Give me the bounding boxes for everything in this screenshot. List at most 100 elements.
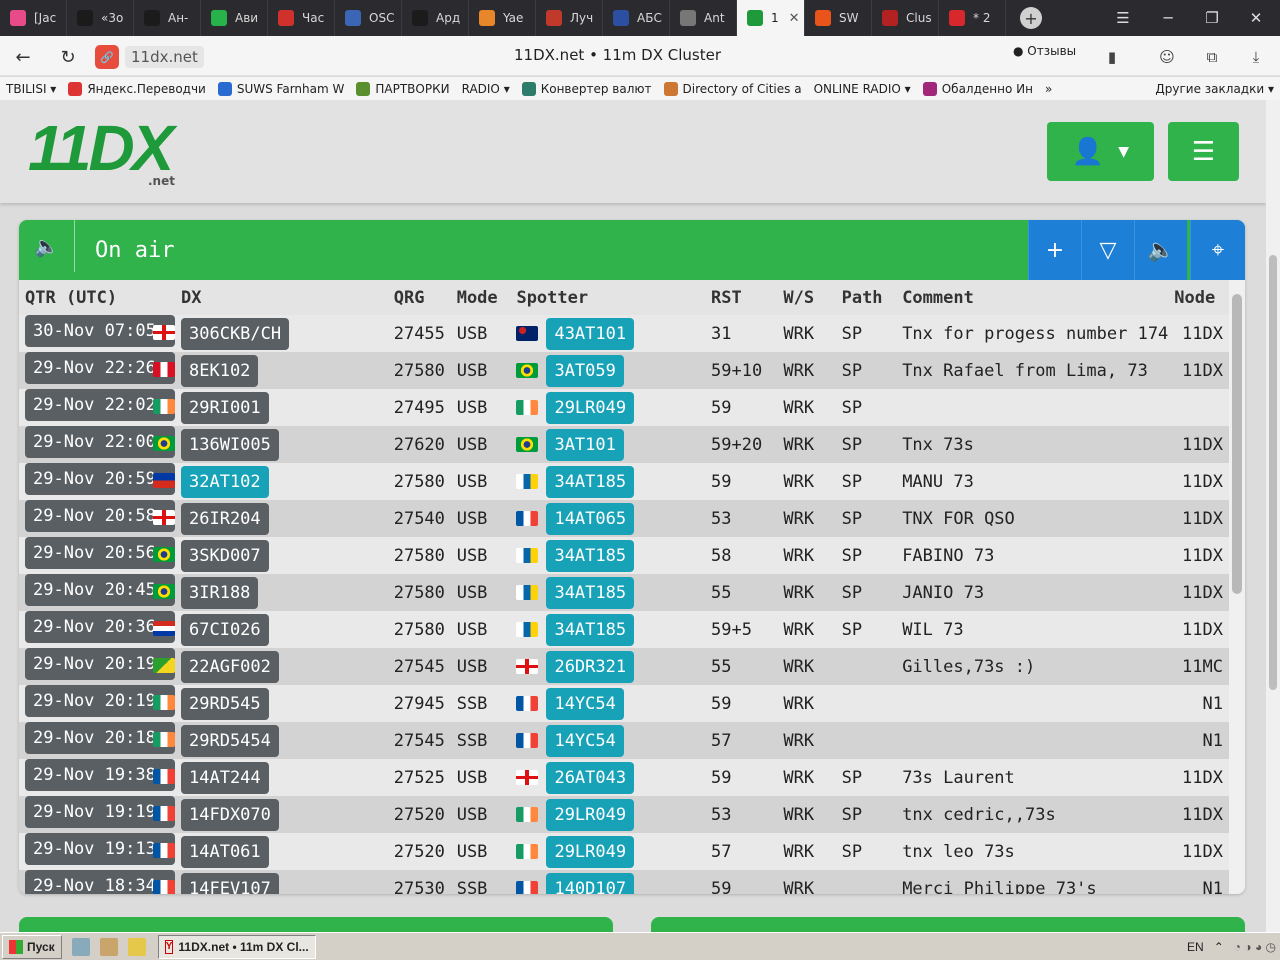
table-scrollbar[interactable]	[1229, 280, 1245, 894]
page-scrollbar[interactable]	[1266, 100, 1280, 932]
browser-tab[interactable]: Yae	[469, 0, 536, 36]
table-row[interactable]: 29-Nov 18:34 14FEV107 27530 SSB 140D107 59 WRK…	[19, 870, 1229, 894]
taskbar-window-browser[interactable]: Y 11DX.net • 11m DX Cl...	[157, 934, 316, 959]
col-mode[interactable]: Mode	[450, 280, 511, 315]
reload-icon[interactable]: ↻	[55, 44, 81, 70]
bookmark-item[interactable]: RADIO ▾	[456, 82, 516, 96]
bookmark-item[interactable]: Конвертер валют	[516, 81, 658, 96]
spotter-callsign[interactable]: 14AT065	[546, 502, 635, 535]
bookmark-item[interactable]: TBILISI ▾	[0, 82, 62, 96]
speaker-icon[interactable]: 🔈	[19, 220, 75, 272]
spotter-callsign[interactable]: 26DR321	[546, 650, 635, 683]
add-spot-button[interactable]: +	[1028, 220, 1081, 280]
browser-tab[interactable]: * 2	[939, 0, 1006, 36]
col-dx[interactable]: DX	[175, 280, 388, 315]
spotter-callsign[interactable]: 140D107	[546, 872, 635, 894]
spotter-callsign[interactable]: 26AT043	[546, 761, 635, 794]
table-row[interactable]: 29-Nov 20:36 67CI026 27580 USB 34AT185 59+5 WR…	[19, 611, 1229, 648]
spotter-callsign[interactable]: 34AT185	[546, 576, 635, 609]
media-player-icon[interactable]	[71, 937, 90, 956]
dx-callsign[interactable]: 32AT102	[181, 465, 269, 498]
spotter-callsign[interactable]: 34AT185	[546, 539, 635, 572]
new-tab-icon[interactable]: +	[1020, 7, 1042, 29]
filter-button[interactable]: ▽	[1081, 220, 1134, 280]
close-tab-icon[interactable]: ✕	[789, 11, 800, 26]
tab-search-icon[interactable]: ☰	[1103, 0, 1143, 36]
dx-callsign[interactable]: 3SKD007	[181, 539, 269, 572]
spotter-callsign[interactable]: 14YC54	[546, 687, 624, 720]
table-row[interactable]: 29-Nov 19:38 14AT244 27525 USB 26AT043 59 WRK S…	[19, 759, 1229, 796]
dx-callsign[interactable]: 14FDX070	[181, 798, 279, 831]
browser-tab[interactable]: АБС	[603, 0, 670, 36]
url-field[interactable]: 🔗 11dx.net	[95, 44, 204, 70]
col-path[interactable]: Path	[835, 280, 897, 315]
language-indicator[interactable]: EN	[1187, 940, 1204, 954]
browser-tab[interactable]: 1 ✕	[737, 0, 805, 36]
dx-callsign[interactable]: 29RD545	[181, 687, 269, 720]
col-qtr[interactable]: QTR (UTC)	[19, 280, 175, 315]
spotter-callsign[interactable]: 34AT185	[546, 465, 635, 498]
spotter-callsign[interactable]: 29LR049	[546, 835, 635, 868]
spotter-callsign[interactable]: 43AT101	[546, 317, 635, 350]
col-comment[interactable]: Comment	[896, 280, 1169, 315]
table-row[interactable]: 29-Nov 22:00 136WI005 27620 USB 3AT101 59+20 W…	[19, 426, 1229, 463]
bookmark-item[interactable]: Обалденно Ин	[917, 81, 1039, 96]
bookmark-icon[interactable]: ▮	[1101, 46, 1123, 68]
dx-callsign[interactable]: 136WI005	[181, 428, 279, 461]
browser-tab[interactable]: Ави	[201, 0, 268, 36]
minimize-icon[interactable]: ─	[1148, 0, 1188, 36]
page-scrollbar-thumb[interactable]	[1269, 255, 1277, 690]
folder-icon[interactable]	[127, 937, 146, 956]
site-info-icon[interactable]: 🔗	[95, 45, 119, 69]
table-row[interactable]: 29-Nov 20:45 3IR188 27580 USB 34AT185 55 WRK SP…	[19, 574, 1229, 611]
col-qrg[interactable]: QRG	[387, 280, 451, 315]
browser-tab[interactable]: Clus	[872, 0, 939, 36]
table-row[interactable]: 29-Nov 20:19 29RD545 27945 SSB 14YC54 59 WRK N1	[19, 685, 1229, 722]
browser-tab[interactable]: «3o	[67, 0, 134, 36]
browser-tab[interactable]: OSC	[335, 0, 402, 36]
sound-button[interactable]: 🔈	[1134, 220, 1187, 280]
bookmark-item[interactable]: ONLINE RADIO ▾	[808, 82, 917, 96]
dx-callsign[interactable]: 14AT244	[181, 761, 269, 794]
table-row[interactable]: 29-Nov 22:02 29RI001 27495 USB 29LR049 59 WRK S…	[19, 389, 1229, 426]
bookmark-item[interactable]: »	[1039, 82, 1058, 96]
col-rst[interactable]: RST	[705, 280, 778, 315]
close-window-icon[interactable]: ✕	[1236, 0, 1276, 36]
col-node[interactable]: Node	[1168, 280, 1229, 315]
table-row[interactable]: 30-Nov 07:05 306CKB/CH 27455 USB 43AT101 31 WR…	[19, 315, 1229, 352]
dx-callsign[interactable]: 26IR204	[181, 502, 269, 535]
table-row[interactable]: 29-Nov 20:58 26IR204 27540 USB 14AT065 53 WRK S…	[19, 500, 1229, 537]
table-row[interactable]: 29-Nov 19:13 14AT061 27520 USB 29LR049 57 WRK S…	[19, 833, 1229, 870]
spotter-callsign[interactable]: 29LR049	[546, 798, 635, 831]
col-spotter[interactable]: Spotter	[510, 280, 706, 315]
browser-tab[interactable]: Ant	[670, 0, 737, 36]
bookmark-item[interactable]: Directory of Cities a	[658, 81, 808, 96]
user-menu-button[interactable]: 👤 ▼	[1047, 122, 1154, 181]
feedback-button[interactable]: ● Отзывы	[1013, 44, 1076, 58]
table-row[interactable]: 29-Nov 20:19 22AGF002 27545 USB 26DR321 55 WRK…	[19, 648, 1229, 685]
browser-tab[interactable]: [Jac	[0, 0, 67, 36]
table-row[interactable]: 29-Nov 20:56 3SKD007 27580 USB 34AT185 58 WRK S…	[19, 537, 1229, 574]
spotter-callsign[interactable]: 29LR049	[546, 391, 635, 424]
collections-icon[interactable]: ⧉	[1201, 46, 1223, 68]
bookmark-item[interactable]: SUWS Farnham W	[212, 81, 351, 96]
explorer-icon[interactable]	[99, 937, 118, 956]
bookmark-item[interactable]: Другие закладки ▾	[1149, 82, 1280, 96]
download-icon[interactable]: ⤓	[1245, 46, 1267, 68]
spotter-callsign[interactable]: 3AT101	[546, 428, 624, 461]
dx-callsign[interactable]: 3IR188	[181, 576, 259, 609]
browser-tab[interactable]: Ан-	[134, 0, 201, 36]
location-button[interactable]: ⌖	[1190, 220, 1245, 280]
browser-tab[interactable]: Час	[268, 0, 335, 36]
dx-callsign[interactable]: 14FEV107	[181, 872, 279, 894]
col-ws[interactable]: W/S	[777, 280, 836, 315]
spotter-callsign[interactable]: 3AT059	[546, 354, 624, 387]
dx-callsign[interactable]: 22AGF002	[181, 650, 279, 683]
table-row[interactable]: 29-Nov 20:59 32AT102 27580 USB 34AT185 59 WRK S…	[19, 463, 1229, 500]
start-button[interactable]: Пуск	[2, 934, 62, 959]
table-row[interactable]: 29-Nov 19:19 14FDX070 27520 USB 29LR049 53 WRK…	[19, 796, 1229, 833]
bookmark-item[interactable]: ПАРТВОРКИ	[350, 81, 455, 96]
bookmark-item[interactable]: Яндекс.Переводчи	[62, 81, 212, 96]
dx-callsign[interactable]: 67CI026	[181, 613, 269, 646]
profile-avatar-icon[interactable]: ☺	[1156, 46, 1178, 68]
